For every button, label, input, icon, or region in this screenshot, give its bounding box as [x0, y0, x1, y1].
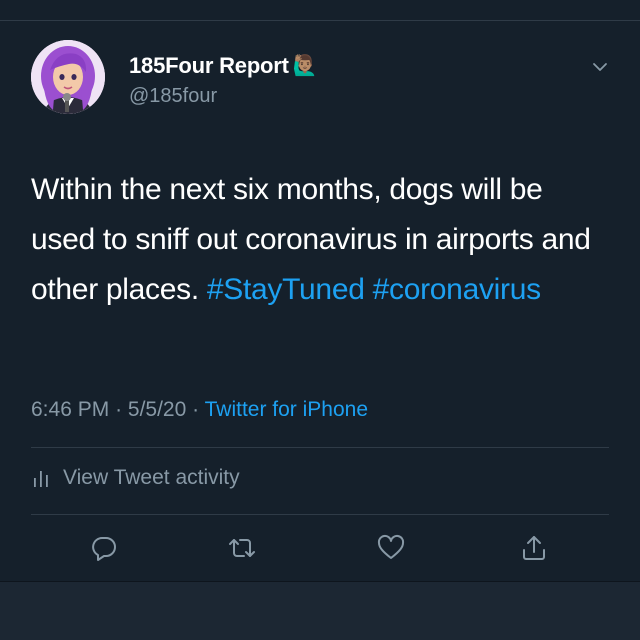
hashtag-staytuned[interactable]: #StayTuned	[207, 273, 365, 306]
chevron-down-icon[interactable]	[590, 57, 610, 77]
divider	[31, 514, 609, 515]
meta-separator: ·	[192, 398, 200, 421]
retweet-button[interactable]	[226, 532, 258, 564]
tweet-meta: 6:46 PM · 5/5/20 · Twitter for iPhone	[31, 398, 368, 422]
author-name-row[interactable]: 185Four Report 🙋🏽‍♂️	[129, 53, 318, 79]
share-icon	[523, 536, 545, 560]
bottom-panel	[0, 581, 640, 640]
reply-button[interactable]	[88, 532, 120, 564]
raising-hand-emoji: 🙋🏽‍♂️	[292, 55, 318, 77]
tweet-text: Within the next six months, dogs will be…	[31, 165, 611, 315]
heart-icon	[377, 534, 405, 559]
reply-icon	[92, 537, 116, 561]
share-button[interactable]	[518, 532, 550, 564]
tweet-time[interactable]: 6:46 PM	[31, 398, 109, 421]
view-tweet-activity-label: View Tweet activity	[63, 466, 240, 489]
tweet-source[interactable]: Twitter for iPhone	[205, 398, 368, 421]
meta-separator: ·	[115, 398, 123, 421]
divider	[31, 447, 609, 448]
avatar-illustration	[31, 40, 105, 114]
bar-chart-icon	[34, 471, 48, 487]
tweet-date[interactable]: 5/5/20	[128, 398, 186, 421]
retweet-icon	[229, 539, 255, 557]
hashtag-coronavirus[interactable]: #coronavirus	[373, 273, 541, 306]
author-display-name[interactable]: 185Four Report	[129, 53, 289, 79]
view-tweet-activity[interactable]: View Tweet activity	[31, 466, 240, 490]
like-button[interactable]	[375, 532, 407, 564]
avatar[interactable]	[31, 40, 105, 114]
author-handle[interactable]: @185four	[129, 85, 217, 108]
